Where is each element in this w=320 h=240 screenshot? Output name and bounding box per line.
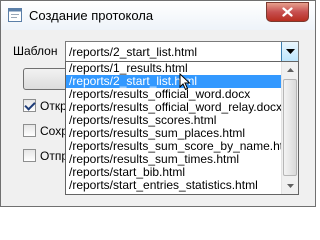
list-item[interactable]: /reports/results_sum_places.html (66, 127, 282, 140)
dialog-window: Создание протокола Шаблон /reports/2_sta… (0, 0, 316, 207)
chevron-down-icon (285, 48, 295, 54)
list-item[interactable]: /reports/1_results.html (66, 62, 282, 75)
close-button[interactable] (266, 2, 309, 22)
dropdown-scrollbar[interactable] (281, 62, 298, 194)
scroll-down-button[interactable] (282, 178, 298, 194)
list-item[interactable]: /reports/results_sum_score_by_name.html (66, 140, 282, 153)
dropdown-items: /reports/1_results.html /reports/2_start… (66, 62, 282, 192)
template-combobox[interactable]: /reports/2_start_list.html (65, 41, 299, 62)
save-checkbox[interactable] (23, 124, 36, 137)
close-icon (282, 7, 293, 17)
list-item[interactable]: /reports/results_official_word_relay.doc… (66, 101, 282, 114)
list-item-selected[interactable]: /reports/2_start_list.html (66, 75, 282, 88)
chevron-down-icon (286, 184, 294, 188)
template-label: Шаблон (13, 44, 58, 58)
list-item[interactable]: /reports/results_sum_times.html (66, 153, 282, 166)
template-dropdown-button[interactable] (281, 42, 298, 61)
list-item[interactable]: /reports/results_scores.html (66, 114, 282, 127)
title-bar[interactable]: Создание протокола (1, 1, 315, 30)
scroll-up-button[interactable] (282, 62, 298, 78)
window-title: Создание протокола (29, 8, 154, 23)
list-item[interactable]: /reports/start_bib.html (66, 166, 282, 179)
open-checkbox[interactable] (23, 99, 36, 112)
send-checkbox[interactable] (23, 149, 36, 162)
list-item[interactable]: /reports/results_official_word.docx (66, 88, 282, 101)
list-item[interactable]: /reports/start_entries_statistics.html (66, 179, 282, 192)
template-combobox-value: /reports/2_start_list.html (69, 45, 198, 59)
chevron-up-icon (286, 68, 294, 72)
app-window-icon (8, 8, 22, 22)
mouse-pointer-icon (179, 73, 191, 91)
scrollbar-thumb[interactable] (283, 79, 297, 176)
